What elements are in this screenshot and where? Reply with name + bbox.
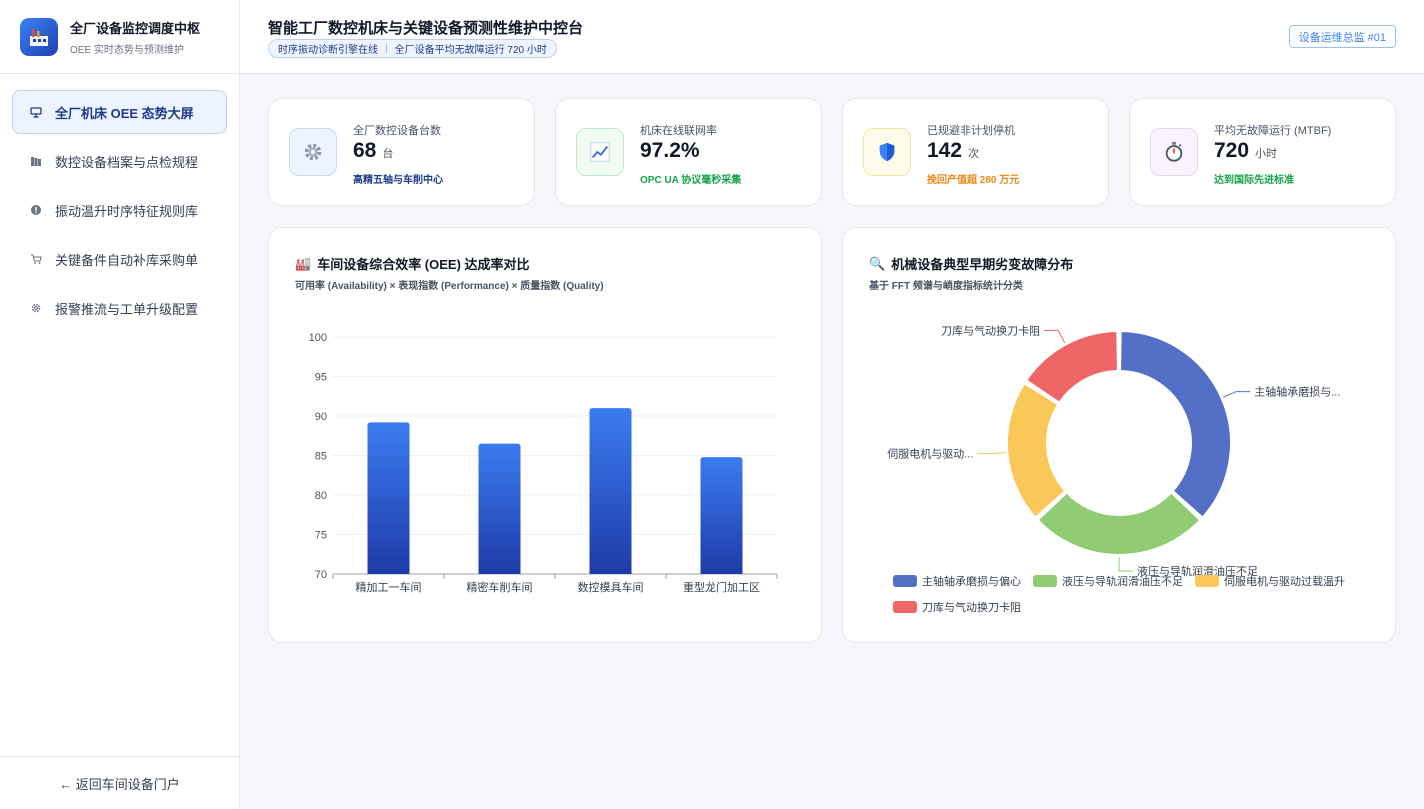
donut-slice-1[interactable] [1119, 330, 1232, 519]
slice-callout-label: 刀库与气动换刀卡阻 [941, 323, 1040, 337]
kpi-label: 已规避非计划停机 [927, 125, 1015, 137]
monitor-icon [29, 105, 43, 119]
callout-line [1223, 391, 1251, 398]
kpi-unit: 台 [382, 148, 394, 160]
y-tick-label: 90 [315, 411, 327, 423]
archive-icon [29, 154, 43, 168]
kpi-card-device-count: 全厂数控设备台数 68 台 高精五轴与车削中心 [268, 98, 535, 206]
sidebar-item-vibration-rules[interactable]: 振动温升时序特征规则库 [12, 188, 227, 232]
y-tick-label: 80 [315, 490, 327, 502]
y-tick-label: 85 [315, 451, 327, 463]
y-tick-label: 75 [315, 530, 327, 542]
chart-legend: 主轴轴承磨损与偏心 液压与导轨润滑油压不足 伺服电机与驱动过载温升刀库与气动换刀卡阻 [893, 573, 1373, 615]
sidebar-item-label: 关键备件自动补库采购单 [55, 252, 199, 268]
kpi-number: 142 [927, 139, 963, 162]
bar-1[interactable] [367, 422, 410, 574]
legend-item[interactable]: 液压与导轨润滑油压不足 [1033, 573, 1183, 589]
y-tick-label: 70 [315, 569, 327, 581]
sidebar-item-label: 全厂机床 OEE 态势大屏 [55, 105, 194, 121]
back-to-portal-link[interactable]: ← 返回车间设备门户 [0, 756, 239, 809]
kpi-note: OPC UA 协议毫秒采集 [640, 175, 742, 186]
kpi-label: 机床在线联网率 [640, 125, 717, 137]
kpi-value: 97.2% [640, 139, 706, 163]
kpi-label: 平均无故障运行 (MTBF) [1214, 125, 1332, 137]
y-tick-label: 95 [315, 372, 327, 384]
chart-up-icon [576, 128, 624, 176]
kpi-note: 挽回产值超 280 万元 [927, 175, 1020, 186]
sidebar-nav: 全厂机床 OEE 态势大屏 数控设备档案与点检规程 振动温升时序特征规则库 关键… [0, 74, 239, 351]
cart-icon [29, 252, 43, 266]
kpi-value: 142 次 [927, 139, 979, 163]
legend-label: 刀库与气动换刀卡阻 [922, 602, 1021, 614]
app-title: 全厂设备监控调度中枢 [70, 20, 201, 36]
sidebar-item-equipment-archive[interactable]: 数控设备档案与点检规程 [12, 139, 227, 183]
legend-swatch [893, 575, 917, 587]
callout-line [977, 451, 1006, 455]
status-pill: 时序振动诊断引擎在线 | 全厂设备平均无故障运行 720 小时 [268, 39, 557, 58]
x-tick-label: 精密车削车间 [467, 580, 533, 594]
legend-swatch [1033, 575, 1057, 587]
sidebar-item-oee-dashboard[interactable]: 全厂机床 OEE 态势大屏 [12, 90, 227, 134]
oee-bar-chart: 70 75 80 85 90 95 100 精加工一车间 精密车削车间 数控模具车间 重型龙门加工区 [309, 332, 778, 594]
sidebar-item-label: 数控设备档案与点检规程 [55, 154, 199, 170]
kpi-card-online-rate: 机床在线联网率 97.2% OPC UA 协议毫秒采集 [555, 98, 822, 206]
bar-4[interactable] [700, 457, 743, 574]
gear-icon [289, 128, 337, 176]
sidebar-item-label: 振动温升时序特征规则库 [55, 203, 199, 219]
kpi-note: 高精五轴与车削中心 [353, 175, 443, 186]
kpi-note: 达到国际先进标准 [1214, 175, 1294, 186]
bar-3[interactable] [589, 408, 632, 574]
kpi-number: 97.2% [640, 139, 700, 162]
kpi-value: 720 小时 [1214, 139, 1277, 163]
factory-logo-icon [20, 17, 58, 56]
brand: 全厂设备监控调度中枢 OEE 实时态势与预测维护 [0, 0, 239, 74]
mtbf-status-text: 全厂设备平均无故障运行 720 小时 [394, 45, 547, 56]
legend-label: 液压与导轨润滑油压不足 [1062, 576, 1183, 588]
alert-icon [29, 203, 43, 217]
app-subtitle: OEE 实时态势与预测维护 [70, 44, 184, 56]
stopwatch-icon [1150, 128, 1198, 176]
kpi-number: 68 [353, 139, 377, 162]
x-tick-label: 数控模具车间 [578, 580, 644, 594]
fault-distribution-panel: 🔍 机械设备典型早期劣变故障分布 基于 FFT 频谱与峭度指标统计分类 主轴轴承… [842, 227, 1396, 643]
sidebar-item-label: 报警推流与工单升级配置 [55, 301, 199, 317]
bar-2[interactable] [478, 443, 521, 574]
shield-icon [863, 128, 911, 176]
legend-item[interactable]: 刀库与气动换刀卡阻 [893, 599, 1021, 615]
donut-slice-2[interactable] [1036, 491, 1202, 556]
legend-item[interactable]: 伺服电机与驱动过载温升 [1195, 573, 1345, 589]
legend-item[interactable]: 主轴轴承磨损与偏心 [893, 573, 1021, 589]
kpi-card-avoided-downtime: 已规避非计划停机 142 次 挽回产值超 280 万元 [842, 98, 1109, 206]
callout-line [1118, 557, 1133, 572]
kpi-number: 720 [1214, 139, 1250, 162]
sidebar-item-alarm-config[interactable]: 报警推流与工单升级配置 [12, 286, 227, 330]
slice-callout-label: 伺服电机与驱动... [887, 447, 973, 461]
page-title: 智能工厂数控机床与关键设备预测性维护中控台 [268, 20, 584, 37]
legend-swatch [1195, 575, 1219, 587]
kpi-card-mtbf: 平均无故障运行 (MTBF) 720 小时 达到国际先进标准 [1129, 98, 1396, 206]
kpi-unit: 小时 [1255, 148, 1278, 160]
pill-separator: | [385, 43, 388, 54]
user-role-badge[interactable]: 设备运维总监 #01 [1288, 25, 1396, 48]
x-tick-label: 重型龙门加工区 [683, 580, 760, 594]
oee-bar-chart-panel: 🏭 车间设备综合效率 (OEE) 达成率对比 可用率 (Availability… [268, 227, 822, 643]
kpi-value: 68 台 [353, 139, 393, 163]
kpi-label: 全厂数控设备台数 [353, 125, 441, 137]
callout-line [1044, 329, 1066, 343]
sidebar-item-spare-parts[interactable]: 关键备件自动补库采购单 [12, 237, 227, 281]
donut-slice-3[interactable] [1006, 382, 1067, 519]
x-tick-label: 精加工一车间 [356, 580, 422, 594]
slice-callout-label: 主轴轴承磨损与... [1254, 385, 1340, 399]
gear-icon [29, 301, 43, 315]
engine-status-text: 时序振动诊断引擎在线 [278, 45, 378, 56]
y-tick-label: 100 [309, 332, 327, 344]
legend-label: 伺服电机与驱动过载温升 [1224, 576, 1345, 588]
kpi-unit: 次 [968, 148, 980, 160]
legend-label: 主轴轴承磨损与偏心 [922, 576, 1021, 588]
header: 智能工厂数控机床与关键设备预测性维护中控台 时序振动诊断引擎在线 | 全厂设备平… [240, 0, 1424, 74]
sidebar: 全厂设备监控调度中枢 OEE 实时态势与预测维护 全厂机床 OEE 态势大屏 数… [0, 0, 240, 809]
legend-swatch [893, 601, 917, 613]
